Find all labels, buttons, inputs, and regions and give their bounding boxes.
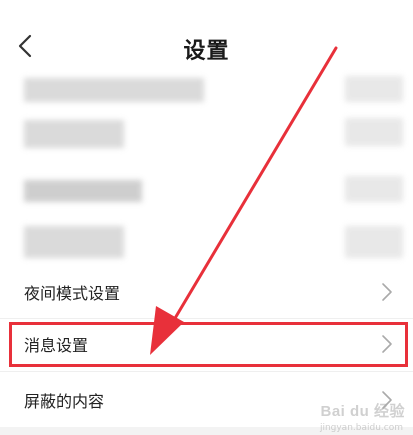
- chevron-right-icon: [382, 283, 392, 301]
- obscured-setting-row[interactable]: [0, 104, 413, 160]
- blurred-label: [24, 226, 124, 258]
- obscured-setting-row[interactable]: [0, 162, 413, 218]
- watermark-url: jingyan.baidu.com: [319, 423, 403, 433]
- page-title: 设置: [183, 39, 230, 64]
- settings-row-message[interactable]: 消息设置: [0, 316, 413, 372]
- blurred-value: [345, 118, 403, 146]
- watermark-logo: Bai du 经验: [320, 403, 405, 420]
- blurred-value: [345, 76, 403, 102]
- blurred-value: [345, 226, 403, 258]
- blurred-label: [24, 78, 204, 102]
- settings-row-label: 夜间模式设置: [24, 284, 121, 303]
- settings-row-label: 屏蔽的内容: [24, 392, 105, 411]
- settings-row-label: 消息设置: [24, 336, 89, 355]
- chevron-right-icon: [382, 335, 392, 353]
- settings-row-night-mode[interactable]: 夜间模式设置: [0, 264, 413, 320]
- blurred-label: [24, 180, 142, 202]
- blurred-value: [345, 176, 403, 202]
- blurred-label: [24, 120, 124, 148]
